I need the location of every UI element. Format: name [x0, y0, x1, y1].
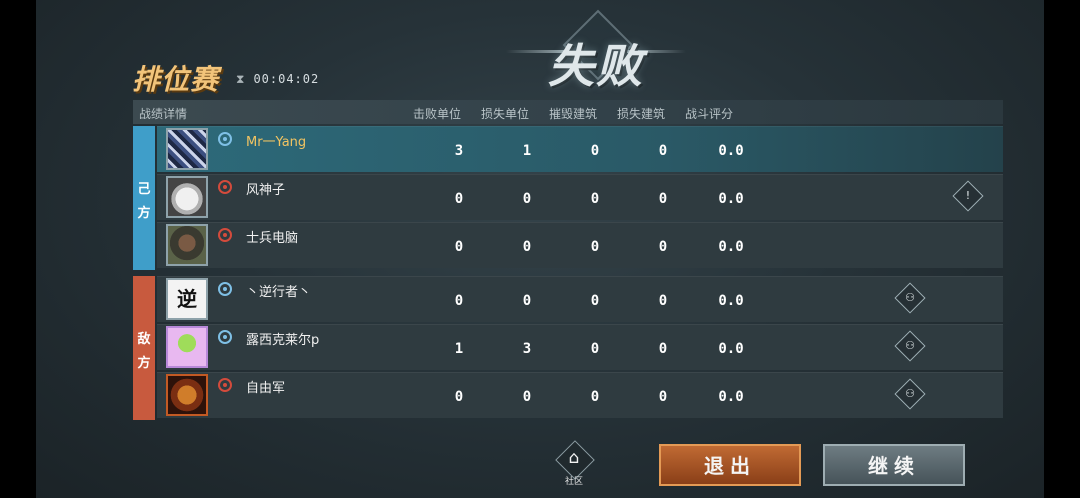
stat-score: 0.0: [718, 191, 744, 207]
add-friend-button[interactable]: ⚇: [894, 378, 926, 410]
stat-kills: 0: [454, 389, 464, 405]
player-name: 风神子: [246, 183, 286, 198]
own-side-char-2: 方: [137, 206, 151, 221]
hourglass-icon: ⧗: [236, 72, 246, 86]
player-row[interactable]: Mr一Yang 3 1 0 0 0.0: [157, 126, 1003, 172]
player-avatar[interactable]: [166, 326, 208, 368]
player-avatar[interactable]: [166, 128, 208, 170]
stat-kills: 0: [454, 293, 464, 309]
player-row[interactable]: 士兵电脑 0 0 0 0 0.0: [157, 222, 1003, 268]
header-lost-buildings: 损失建筑: [617, 107, 666, 121]
header-lost-units: 损失单位: [481, 107, 530, 121]
stat-destroyed-buildings: 0: [590, 191, 600, 207]
avatar-calligraphy: 逆: [177, 287, 197, 311]
game-screen: 失败 排位赛 ⧗ 00:04:02 战绩详情 击败单位 损失单位 摧毁建筑 损失建…: [0, 0, 1080, 498]
stat-destroyed-buildings: 0: [590, 293, 600, 309]
stat-score: 0.0: [718, 239, 744, 255]
stat-lost-units: 3: [522, 341, 532, 357]
timer-value: 00:04:02: [253, 72, 320, 86]
stat-destroyed-buildings: 0: [590, 239, 600, 255]
defeat-banner: 失败: [486, 9, 706, 93]
faction-icon: [218, 180, 232, 194]
faction-icon: [218, 330, 232, 344]
stat-kills: 0: [454, 239, 464, 255]
stat-destroyed-buildings: 0: [590, 389, 600, 405]
player-name: 士兵电脑: [246, 231, 299, 246]
report-icon: !: [965, 189, 971, 202]
stat-kills: 1: [454, 341, 464, 357]
header-kills: 击败单位: [413, 107, 462, 121]
add-friend-icon: ⚇: [905, 339, 915, 352]
player-row[interactable]: 露西克莱尔p 1 3 0 0 0.0 ⚇: [157, 324, 1003, 370]
player-avatar[interactable]: [166, 224, 208, 266]
stat-score: 0.0: [718, 143, 744, 159]
report-button[interactable]: !: [952, 180, 984, 212]
continue-button[interactable]: 继续: [823, 444, 965, 486]
header-destroyed-buildings: 摧毁建筑: [549, 107, 598, 121]
faction-icon: [218, 378, 232, 392]
stat-lost-buildings: 0: [658, 389, 668, 405]
stat-lost-buildings: 0: [658, 341, 668, 357]
stat-lost-units: 0: [522, 389, 532, 405]
enemy-side-char-2: 方: [137, 356, 151, 371]
stat-lost-buildings: 0: [658, 293, 668, 309]
stat-destroyed-buildings: 0: [590, 143, 600, 159]
add-friend-icon: ⚇: [905, 387, 915, 400]
player-avatar[interactable]: 逆: [166, 278, 208, 320]
player-row[interactable]: 自由军 0 0 0 0 0.0 ⚇: [157, 372, 1003, 418]
own-side-char-1: 己: [137, 182, 151, 197]
match-timer: ⧗ 00:04:02: [236, 72, 319, 87]
player-row[interactable]: 风神子 0 0 0 0 0.0 !: [157, 174, 1003, 220]
player-name: 露西克莱尔p: [246, 333, 320, 348]
community-button[interactable]: ⌂ 社区: [555, 440, 595, 487]
result-panel: 失败 排位赛 ⧗ 00:04:02 战绩详情 击败单位 损失单位 摧毁建筑 损失建…: [36, 0, 1044, 498]
community-label: 社区: [564, 477, 583, 487]
stat-lost-buildings: 0: [658, 239, 668, 255]
player-row[interactable]: 逆 丶逆行者丶 0 0 0 0 0.0 ⚇: [157, 276, 1003, 322]
stat-lost-buildings: 0: [658, 143, 668, 159]
stat-lost-buildings: 0: [658, 191, 668, 207]
faction-icon: [218, 282, 232, 296]
stat-score: 0.0: [718, 293, 744, 309]
player-name: 自由军: [246, 381, 286, 396]
exit-button[interactable]: 退出: [659, 444, 801, 486]
stat-kills: 0: [454, 191, 464, 207]
stat-score: 0.0: [718, 341, 744, 357]
stat-lost-units: 1: [522, 143, 532, 159]
header-score: 战斗评分: [685, 107, 734, 121]
table-header: 战绩详情 击败单位 损失单位 摧毁建筑 损失建筑 战斗评分: [133, 100, 1003, 124]
add-friend-button[interactable]: ⚇: [894, 330, 926, 362]
stat-lost-units: 0: [522, 191, 532, 207]
stat-destroyed-buildings: 0: [590, 341, 600, 357]
own-side-label: 己 方: [133, 126, 155, 270]
add-friend-button[interactable]: ⚇: [894, 282, 926, 314]
faction-icon: [218, 132, 232, 146]
enemy-side-char-1: 敌: [137, 332, 151, 347]
header-details: 战绩详情: [139, 107, 188, 121]
enemy-side-label: 敌 方: [133, 276, 155, 420]
add-friend-icon: ⚇: [905, 291, 915, 304]
result-title: 失败: [548, 39, 644, 93]
home-icon: ⌂: [568, 448, 580, 468]
stat-lost-units: 0: [522, 239, 532, 255]
player-name: Mr一Yang: [246, 135, 307, 150]
mode-title: 排位赛: [132, 63, 220, 96]
stat-lost-units: 0: [522, 293, 532, 309]
stat-score: 0.0: [718, 389, 744, 405]
faction-icon: [218, 228, 232, 242]
player-avatar[interactable]: [166, 176, 208, 218]
player-avatar[interactable]: [166, 374, 208, 416]
stat-kills: 3: [454, 143, 464, 159]
player-name: 丶逆行者丶: [246, 285, 312, 300]
